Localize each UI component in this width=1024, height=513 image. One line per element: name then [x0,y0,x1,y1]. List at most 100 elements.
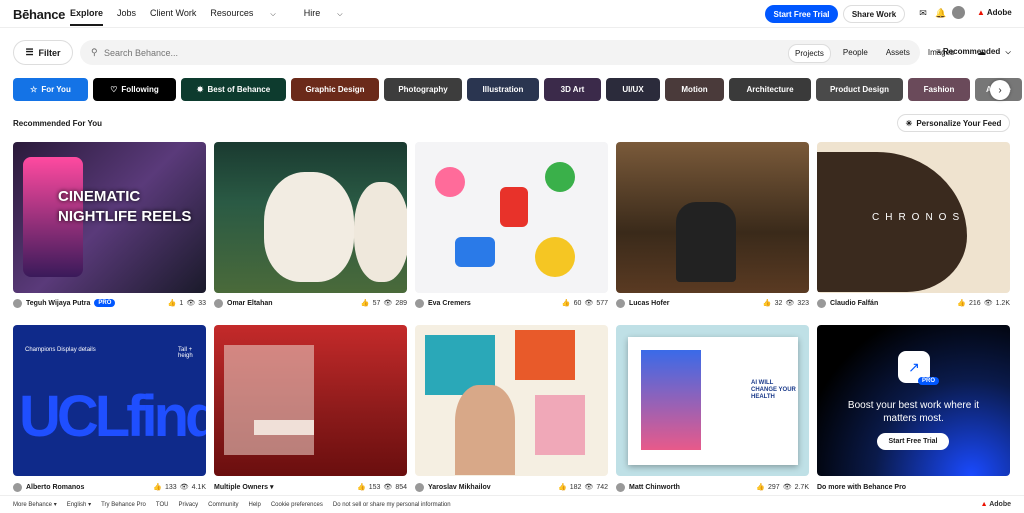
owner-name[interactable]: Omar Eltahan [227,300,273,307]
thumbs-up-icon: 👍 [357,484,366,491]
footer-do-not-sell[interactable]: Do not sell or share my personal informa… [333,502,451,508]
eye-icon: 👁 [186,300,196,307]
bell-icon[interactable]: 🔔 [935,8,946,18]
tab-assets[interactable]: Assets [880,44,916,63]
nav-resources[interactable]: Resources ⌵ [210,8,289,26]
category-3d-art[interactable]: 3D Art [544,78,601,101]
owner-name[interactable]: Lucas Hofer [629,300,669,307]
footer-more-behance[interactable]: More Behance ▾ [13,501,57,508]
category-product-design[interactable]: Product Design [816,78,903,101]
project-card-5[interactable]: CHRONOS [817,142,1010,293]
project-meta-1: Teguh Wijaya Putra PRO 👍 1 👁 33 [13,297,206,309]
project-meta-7: Multiple Owners ▾ 👍 153 👁 854 [214,481,407,493]
footer-tou[interactable]: TOU [156,502,169,508]
project-card-4[interactable] [616,142,809,293]
project-card-2[interactable] [214,142,407,293]
nav-explore[interactable]: Explore [70,8,104,26]
project-card-1[interactable]: CINEMATIC NIGHTLIFE REELS [13,142,206,293]
thumbs-up-icon: 👍 [762,300,772,307]
like-count: 133 [165,483,177,491]
owner-name[interactable]: Teguh Wijaya Putra [26,300,90,307]
project-art-caption: Champions Display details [25,347,96,353]
project-card-7[interactable] [214,325,407,476]
avatar[interactable] [616,482,625,492]
like-count: 297 [768,483,780,491]
nav-client-work[interactable]: Client Work [150,8,196,26]
promo-link[interactable]: Do more with Behance Pro [817,484,906,491]
promo-trial-button[interactable]: Start Free Trial [877,433,949,450]
share-work-button[interactable]: Share Work [843,5,905,23]
footer-help[interactable]: Help [248,502,260,508]
category-best-of-behance[interactable]: ✸ Best of Behance [181,78,286,101]
eye-icon: 👁 [179,484,189,491]
avatar[interactable] [616,298,625,308]
footer-adobe[interactable]: ▲ Adobe [981,501,1011,508]
adobe-link[interactable]: ▲ Adobe [977,8,1012,17]
owner-label: Multiple Owners [214,484,269,491]
category-following[interactable]: ♡ Following [93,78,176,101]
category-ui-ux[interactable]: UI/UX [606,78,660,101]
sticker-shape [435,167,465,197]
category-motion[interactable]: Motion [665,78,724,101]
eye-icon: 👁 [383,300,393,307]
category-for-you[interactable]: ☆ For You [13,78,88,101]
avatar[interactable] [415,482,424,492]
project-card-8[interactable] [415,325,608,476]
project-card-9[interactable]: AI WILL CHANGE YOUR HEALTH [616,325,809,476]
nav-jobs[interactable]: Jobs [117,8,136,26]
avatar[interactable] [13,482,22,492]
filter-button[interactable]: ☰ Filter [13,40,73,65]
sort-icon: ≡ [936,47,941,56]
thumbs-up-icon: 👍 [167,300,177,307]
project-card-6[interactable]: Champions Display details Tall + heigh U… [13,325,206,476]
top-navigation-bar: Bēhance Explore Jobs Client Work Resourc… [0,0,1024,28]
eye-icon: 👁 [584,484,594,491]
owner-name[interactable]: Claudio Falfán [830,300,878,307]
owner-name[interactable]: Alberto Romanos [26,484,84,491]
footer-community[interactable]: Community [208,502,238,508]
behance-badge-icon: ✸ [196,85,204,94]
owner-name[interactable]: Yaroslav Mikhailov [428,484,491,491]
project-art-text: UCLfind [19,384,206,449]
avatar[interactable] [952,6,965,19]
chevron-right-icon[interactable]: › [990,80,1010,100]
behance-logo[interactable]: Bēhance [13,7,65,22]
avatar[interactable] [13,298,22,308]
avatar[interactable] [817,298,826,308]
avatar[interactable] [214,298,223,308]
category-architecture[interactable]: Architecture [729,78,811,101]
thumbs-up-icon: 👍 [561,300,571,307]
promo-card[interactable]: ↗ PRO Boost your best work where it matt… [817,325,1010,476]
category-photography[interactable]: Photography [384,78,462,101]
nav-hire[interactable]: Hire ⌵ [304,8,357,26]
owner-name[interactable]: Multiple Owners ▾ [214,483,274,491]
thumbs-up-icon: 👍 [558,484,567,491]
tab-people[interactable]: People [837,44,874,63]
mail-icon[interactable]: ✉ [918,8,928,18]
owner-name[interactable]: Eva Cremers [428,300,471,307]
project-art-text: CHRONOS [872,212,966,223]
sort-dropdown[interactable]: ≡ Recommended ⌵ [936,47,1011,57]
illustration-shape [535,395,585,455]
sticker-shape [535,237,575,277]
personalize-feed-button[interactable]: ✳ Personalize Your Feed [897,114,1010,132]
footer-label: English [66,502,87,508]
category-graphic-design[interactable]: Graphic Design [291,78,379,101]
project-art-caption: Tall + heigh [178,347,193,359]
project-card-3[interactable] [415,142,608,293]
category-fashion[interactable]: Fashion [908,78,970,101]
footer-language[interactable]: English ▾ [67,501,91,508]
category-illustration[interactable]: Illustration [467,78,539,101]
tab-projects[interactable]: Projects [788,44,831,63]
sticker-shape [545,162,575,192]
footer-try-pro[interactable]: Try Behance Pro [101,502,146,508]
owner-name[interactable]: Matt Chinworth [629,484,680,491]
category-label: Following [121,85,159,94]
footer-cookie-preferences[interactable]: Cookie preferences [271,502,323,508]
start-free-trial-button[interactable]: Start Free Trial [765,5,838,23]
avatar[interactable] [415,298,424,308]
chevron-down-icon: ⌵ [1005,49,1011,56]
view-count: 1.2K [995,299,1010,307]
footer-privacy[interactable]: Privacy [178,502,198,508]
search-input[interactable] [104,40,404,65]
